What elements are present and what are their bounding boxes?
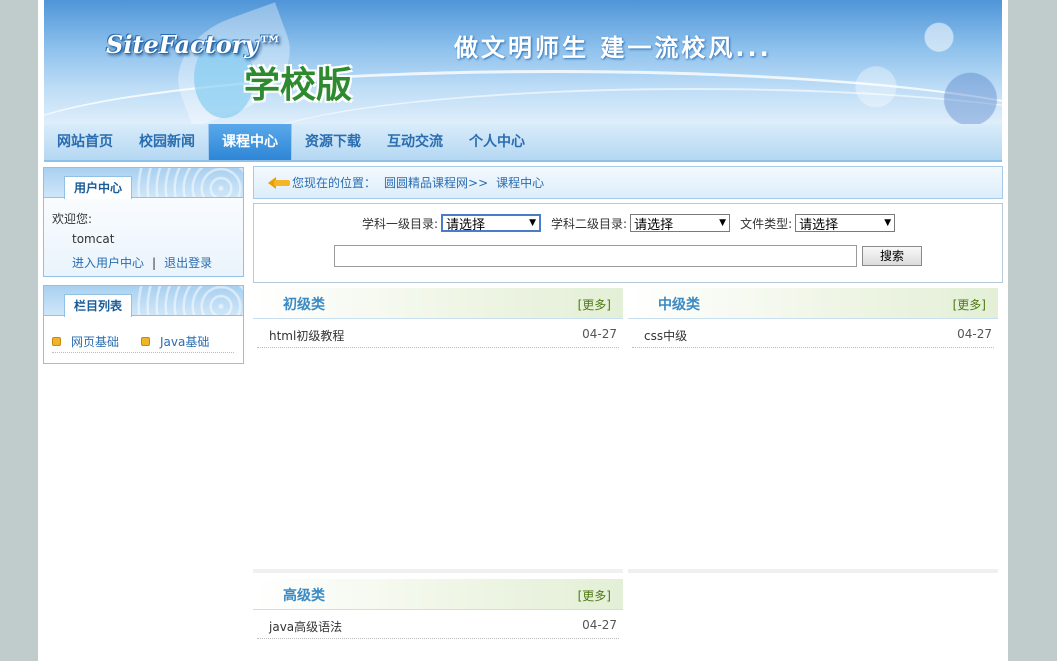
user-center-box: 用户中心 欢迎您: tomcat 进入用户中心 | 退出登录 (43, 167, 244, 277)
column-link-web-basics[interactable]: 网页基础 (71, 333, 119, 350)
breadcrumb-site-link[interactable]: 圆圆精品课程网 (384, 174, 468, 191)
filetype-select[interactable]: 请选择 ▼ (795, 214, 896, 233)
bullet-icon (52, 336, 61, 346)
banner-flower-graphic (792, 0, 1002, 124)
level2-label: 学科二级目录: (551, 216, 628, 231)
panel-beginner: 初级类 [更多] html初级教程 04-27 (253, 288, 623, 568)
course-date: 04-27 (582, 618, 617, 632)
course-link[interactable]: css中级 (644, 327, 687, 344)
site-logo-text: SiteFactory™ (106, 30, 283, 59)
panel-divider (628, 569, 998, 573)
search-button[interactable]: 搜索 (862, 246, 922, 266)
more-link[interactable]: [更多] (578, 587, 611, 604)
filetype-select-value: 请选择 (799, 217, 839, 233)
header-banner: SiteFactory™ 学校版 做文明师生 建一流校风... (44, 0, 1002, 124)
table-row: css中级 04-27 (632, 325, 994, 348)
table-row: html初级教程 04-27 (257, 325, 619, 348)
more-link[interactable]: [更多] (953, 296, 986, 313)
panel-title: 高级类 (283, 588, 325, 604)
panel-divider (253, 569, 623, 573)
level1-select-value: 请选择 (446, 217, 486, 233)
level1-label: 学科一级目录: (362, 216, 439, 231)
banner-slogan: 做文明师生 建一流校风... (454, 34, 772, 62)
column-link-java-basics[interactable]: Java基础 (160, 333, 209, 350)
keyword-input[interactable] (334, 245, 857, 267)
course-date: 04-27 (582, 327, 617, 341)
user-center-header: 用户中心 (44, 168, 243, 199)
search-panel: 学科一级目录: 请选择 ▼ 学科二级目录: 请选择 ▼ 文件类型: 请选择 ▼ … (253, 203, 1003, 283)
user-center-tab: 用户中心 (64, 176, 133, 199)
enter-user-center-link[interactable]: 进入用户中心 (72, 256, 144, 270)
panel-header: 初级类 [更多] (253, 288, 623, 319)
panel-title: 初级类 (283, 297, 325, 313)
nav-item-community[interactable]: 互动交流 (374, 124, 456, 160)
panel-header: 中级类 [更多] (628, 288, 998, 319)
welcome-text: 欢迎您: (52, 212, 93, 226)
nav-item-courses[interactable]: 课程中心 (208, 124, 292, 160)
column-list-tab: 栏目列表 (64, 294, 133, 317)
bullet-icon (141, 336, 151, 346)
breadcrumb-prefix: 您现在的位置： (292, 176, 377, 190)
header-swirl-decoration (133, 286, 243, 315)
filter-row: 学科一级目录: 请选择 ▼ 学科二级目录: 请选择 ▼ 文件类型: 请选择 ▼ (362, 214, 905, 233)
panel-intermediate: 中级类 [更多] css中级 04-27 (628, 288, 998, 568)
course-link[interactable]: java高级语法 (269, 618, 342, 635)
breadcrumb-separator: >> (468, 175, 489, 190)
logout-link[interactable]: 退出登录 (164, 256, 212, 270)
course-date: 04-27 (957, 327, 992, 341)
dropdown-arrow-icon: ▼ (884, 218, 892, 228)
nav-item-personal[interactable]: 个人中心 (456, 124, 538, 160)
header-swirl-decoration (133, 168, 243, 197)
more-link[interactable]: [更多] (578, 296, 611, 313)
level2-select-value: 请选择 (634, 217, 674, 233)
main-nav: 网站首页 校园新闻 课程中心 资源下载 互动交流 个人中心 (44, 124, 1002, 162)
nav-item-home[interactable]: 网站首页 (44, 124, 126, 160)
course-link[interactable]: html初级教程 (269, 327, 344, 344)
nav-item-downloads[interactable]: 资源下载 (292, 124, 374, 160)
filetype-label: 文件类型: (740, 216, 793, 231)
arrow-icon (268, 175, 290, 191)
list-item: 网页基础 (52, 330, 119, 352)
nav-item-news[interactable]: 校园新闻 (126, 124, 208, 160)
site-logo-edition: 学校版 (244, 65, 353, 106)
panel-header: 高级类 [更多] (253, 579, 623, 610)
dropdown-arrow-icon: ▼ (529, 218, 537, 228)
column-list: 网页基础 Java基础 (52, 330, 234, 353)
table-row: java高级语法 04-27 (257, 616, 619, 639)
username: tomcat (72, 232, 115, 246)
user-links: 进入用户中心 | 退出登录 (72, 254, 212, 271)
column-list-header: 栏目列表 (44, 286, 243, 317)
panel-title: 中级类 (658, 297, 700, 313)
breadcrumb-current: 课程中心 (496, 176, 545, 190)
level1-select[interactable]: 请选择 ▼ (441, 214, 542, 233)
column-list-box: 栏目列表 网页基础 Java基础 (43, 285, 244, 364)
breadcrumb: 您现在的位置： 圆圆精品课程网 >> 课程中心 (253, 166, 1003, 199)
level2-select[interactable]: 请选择 ▼ (630, 214, 731, 233)
dropdown-arrow-icon: ▼ (719, 218, 727, 228)
link-separator: | (152, 256, 157, 270)
panel-advanced: 高级类 [更多] java高级语法 04-27 (253, 579, 623, 659)
list-item: Java基础 (141, 330, 209, 352)
page: SiteFactory™ 学校版 做文明师生 建一流校风... 网站首页 校园新… (38, 0, 1008, 661)
